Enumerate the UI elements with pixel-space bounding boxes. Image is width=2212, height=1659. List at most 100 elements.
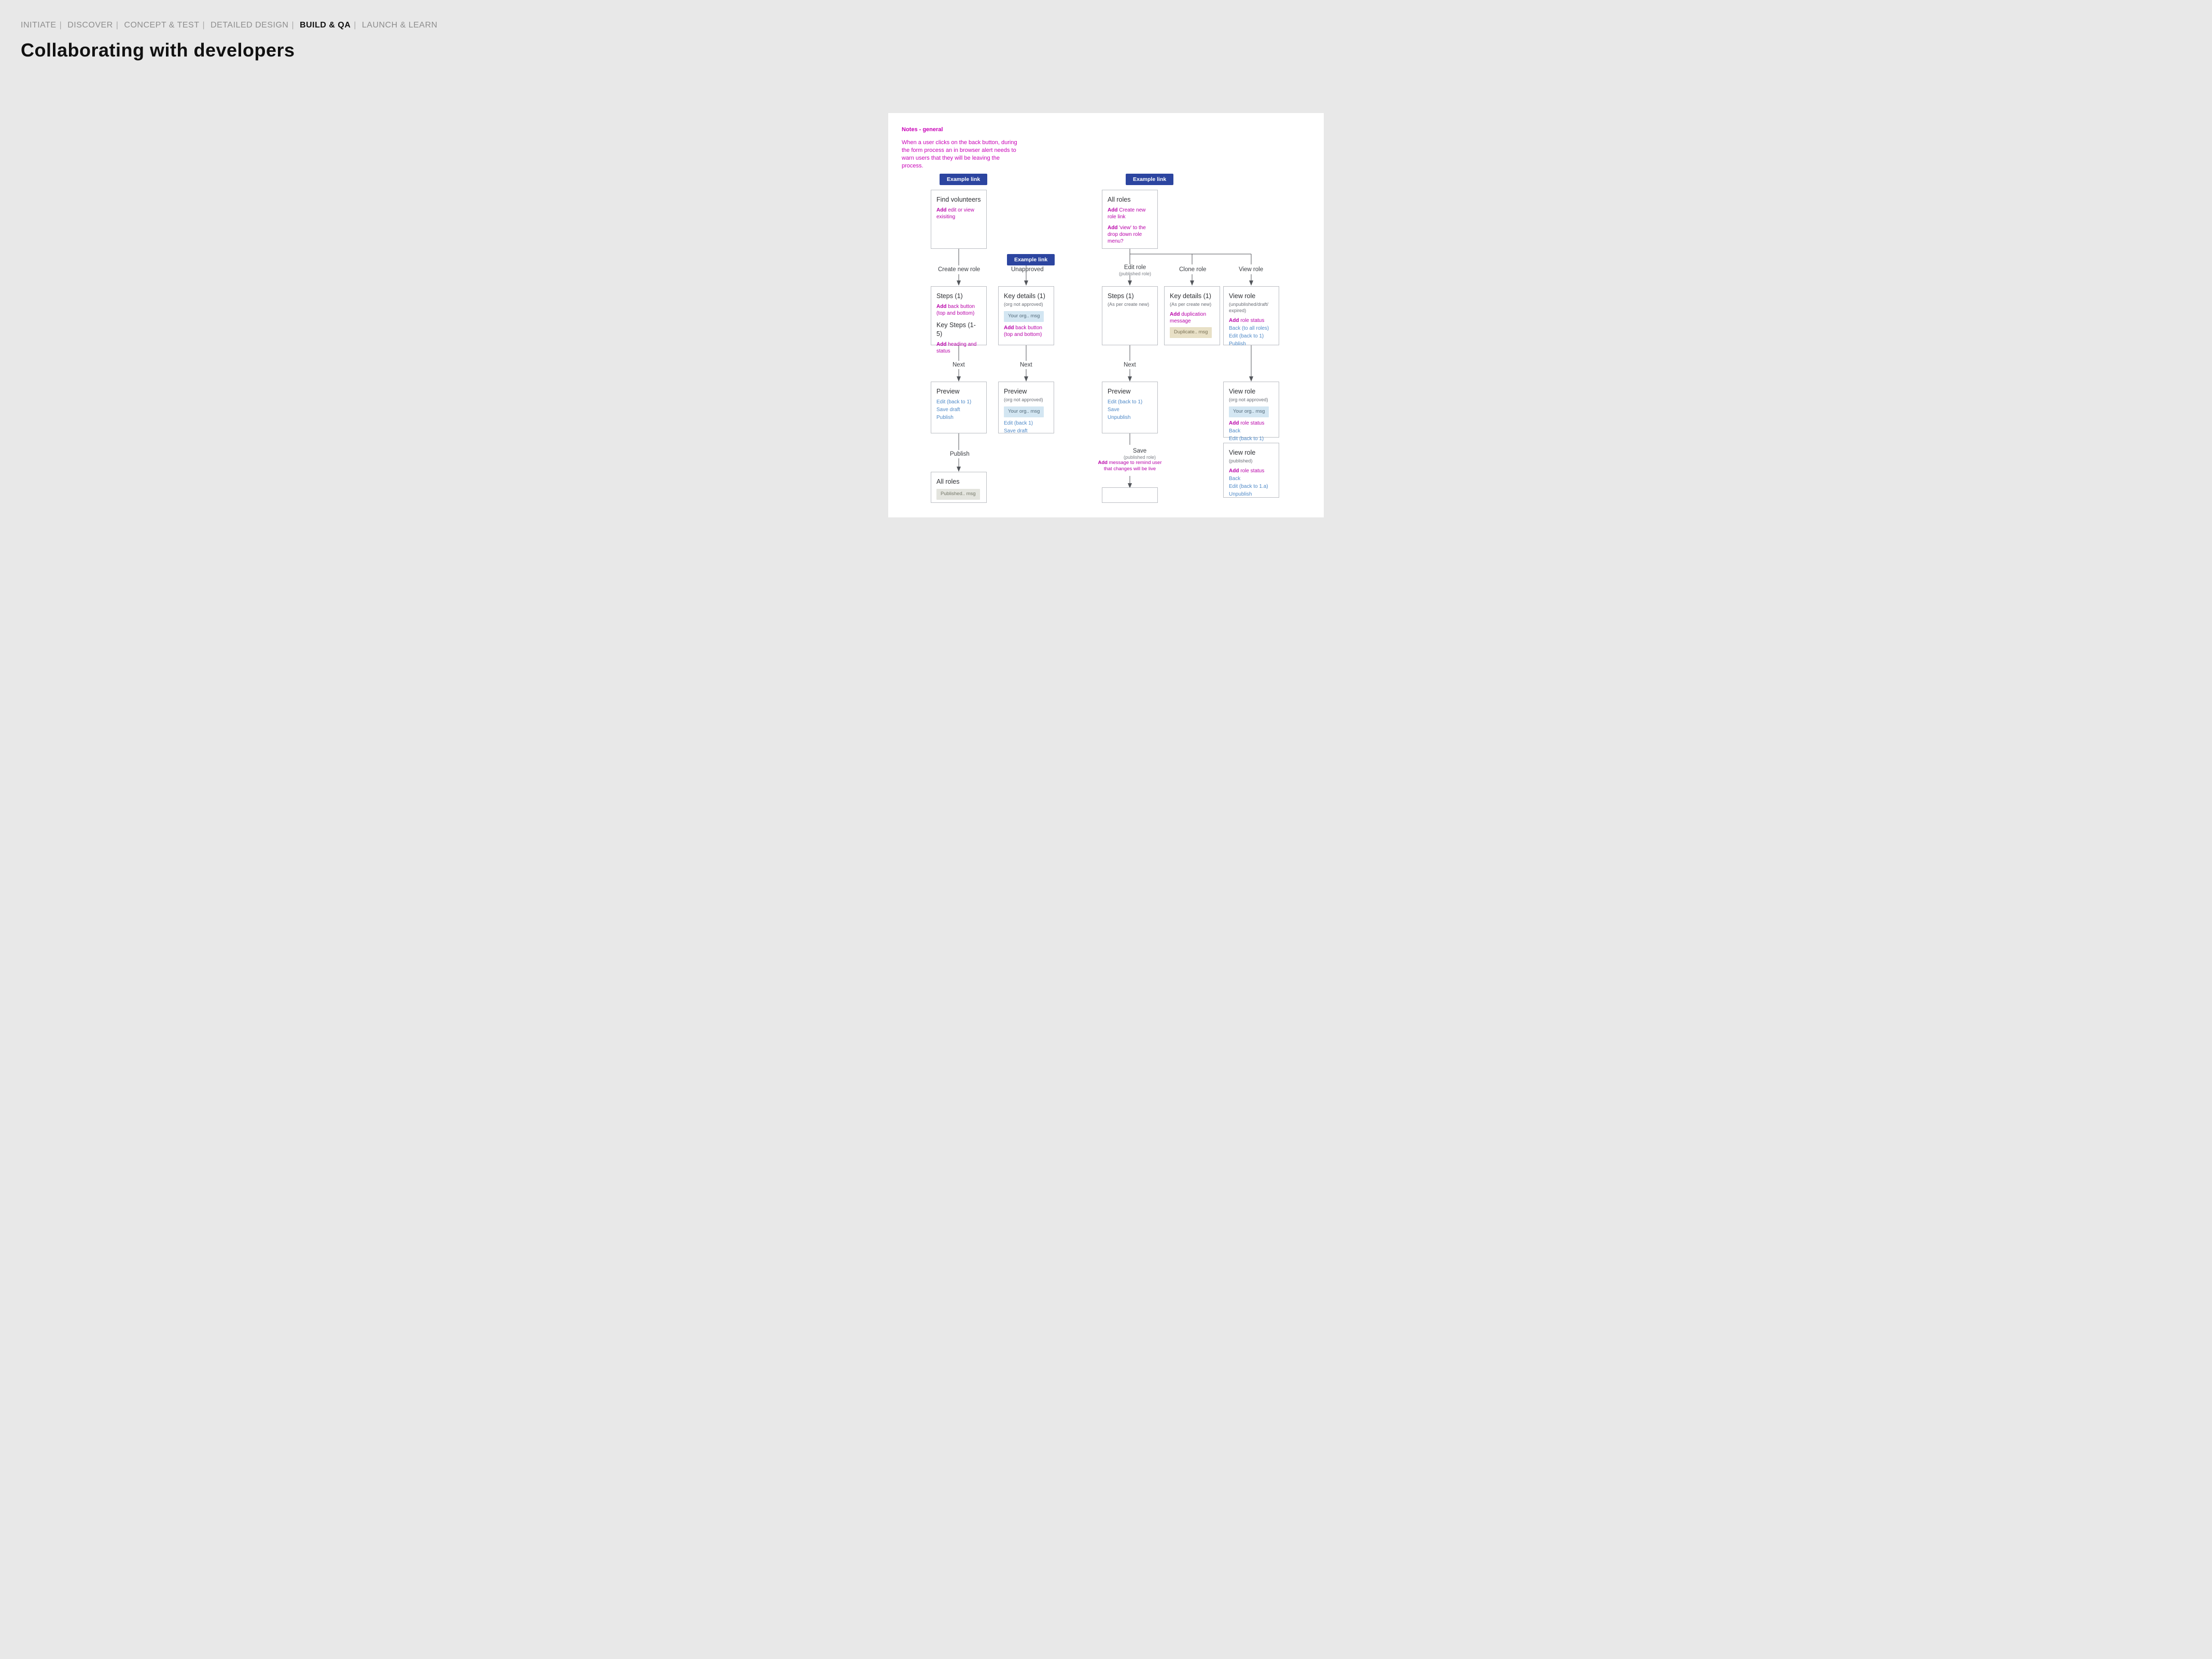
crumb-initiate[interactable]: INITIATE [21, 21, 57, 30]
node-sub: (As per create new) [1170, 302, 1214, 308]
page-title: Collaborating with developers [21, 39, 2191, 61]
node-title: Steps (1) [936, 292, 981, 300]
node-sub: (published) [1229, 458, 1273, 465]
node-sub: (org not approved) [1004, 302, 1048, 308]
crumb-detailed[interactable]: DETAILED DESIGN [211, 21, 288, 30]
branch-label-next: Next [1020, 362, 1032, 368]
node-view-role: View role (unpublished/draft/ expired) A… [1223, 286, 1279, 345]
annotation: Add role status [1229, 420, 1273, 427]
chip-msg: Your org.. msg [1004, 406, 1044, 417]
link[interactable]: Edit (back to 1) [1108, 399, 1152, 405]
annotation: Add duplication message [1170, 311, 1214, 325]
node-key-details-clone: Key details (1) (As per create new) Add … [1164, 286, 1220, 345]
branch-label-save: Save (published role) [1124, 448, 1156, 460]
chip-msg: Duplicate.. msg [1170, 327, 1212, 338]
chip-msg: Published.. msg [936, 489, 980, 499]
crumb-launch[interactable]: LAUNCH & LEARN [362, 21, 438, 30]
node-title: Key details (1) [1004, 292, 1048, 300]
link[interactable]: Back [1229, 475, 1273, 482]
node-find-volunteers: Find volunteers Add edit or view exisiti… [931, 190, 987, 249]
link[interactable]: Save [1108, 406, 1152, 413]
node-all-roles: All roles Add Create new role link Add '… [1102, 190, 1158, 249]
annotation: Add role status [1229, 317, 1273, 324]
node-preview-edit: Preview Edit (back to 1) Save Unpublish [1102, 382, 1158, 433]
annotation: Add back button (top and bottom) [936, 303, 981, 317]
crumb-discover[interactable]: DISCOVER [67, 21, 113, 30]
node-title-2: Key Steps (1-5) [936, 321, 981, 338]
node-preview: Preview Edit (back to 1) Save draft Publ… [931, 382, 987, 433]
node-title: All roles [1108, 195, 1152, 204]
diagram-canvas: Notes - general When a user clicks on th… [888, 113, 1324, 517]
node-title: View role [1229, 387, 1273, 396]
annotation: Add edit or view exisiting [936, 207, 981, 220]
chip-msg: Your org.. msg [1229, 406, 1269, 417]
node-title: Preview [936, 387, 981, 396]
node-steps-1: Steps (1) Add back button (top and botto… [931, 286, 987, 345]
node-title: Preview [1004, 387, 1048, 396]
link[interactable]: Save draft [936, 406, 981, 413]
link[interactable]: Unpublish [1108, 414, 1152, 421]
example-link-3[interactable]: Example link [1007, 254, 1055, 265]
link[interactable]: Save draft [1004, 428, 1048, 434]
label-text: Edit role [1119, 264, 1151, 271]
branch-label-clone: Clone role [1179, 266, 1206, 273]
annotation: Add 'view' to the drop down role menu? [1108, 224, 1152, 245]
branch-label-create: Create new role [938, 266, 980, 273]
chip-msg: Your org.. msg [1004, 311, 1044, 321]
breadcrumb: INITIATE| DISCOVER| CONCEPT & TEST| DETA… [21, 21, 2191, 30]
node-view-role-published: View role (published) Add role status Ba… [1223, 443, 1279, 498]
sep: | [60, 21, 62, 30]
label-sub: (published role) [1124, 455, 1156, 460]
branch-label-unapproved: Unapproved [1011, 266, 1044, 273]
annotation: Add back button (top and bottom) [1004, 325, 1048, 338]
branch-label-publish: Publish [950, 451, 970, 457]
node-title: Key details (1) [1170, 292, 1214, 300]
branch-label-next: Next [953, 362, 965, 368]
link[interactable]: Back [1229, 428, 1273, 434]
node-key-details-unapproved: Key details (1) (org not approved) Your … [998, 286, 1054, 345]
notes-body: When a user clicks on the back button, d… [902, 139, 1021, 170]
node-title: Steps (1) [1108, 292, 1152, 300]
link[interactable]: Edit (back to 1) [1229, 435, 1273, 442]
node-sub: (As per create new) [1108, 302, 1152, 308]
node-all-roles-bottom: All roles Published.. msg [931, 472, 987, 503]
node-sub: (org not approved) [1229, 397, 1273, 403]
annotation: Add role status [1229, 468, 1273, 474]
label-sub: (published role) [1119, 271, 1151, 276]
example-link-2[interactable]: Example link [1126, 174, 1173, 185]
link[interactable]: Edit (back 1) [1004, 420, 1048, 427]
node-sub: (org not approved) [1004, 397, 1048, 403]
node-sub: (unpublished/draft/ expired) [1229, 302, 1273, 314]
notes-heading: Notes - general [902, 126, 1310, 133]
node-partial [1102, 487, 1158, 503]
example-link-1[interactable]: Example link [940, 174, 987, 185]
link[interactable]: Back (to all roles) [1229, 325, 1273, 332]
sep: | [354, 21, 356, 30]
link[interactable]: Publish [1229, 341, 1273, 347]
label-text: Save [1124, 448, 1156, 454]
node-view-role-unapproved: View role (org not approved) Your org.. … [1223, 382, 1279, 438]
node-title: Preview [1108, 387, 1152, 396]
link[interactable]: Edit (back to 1.a) [1229, 483, 1273, 490]
branch-label-view: View role [1239, 266, 1263, 273]
save-annotation: Add message to remind user that changes … [1096, 460, 1164, 473]
node-title: All roles [936, 477, 981, 486]
crumb-concept[interactable]: CONCEPT & TEST [124, 21, 199, 30]
link[interactable]: Edit (back to 1) [936, 399, 981, 405]
link[interactable]: Unpublish [1229, 491, 1273, 498]
node-title: View role [1229, 448, 1273, 457]
node-title: View role [1229, 292, 1273, 300]
node-title: Find volunteers [936, 195, 981, 204]
annotation: Add heading and status [936, 341, 981, 355]
node-preview-unapproved: Preview (org not approved) Your org.. ms… [998, 382, 1054, 433]
crumb-build-qa[interactable]: BUILD & QA [300, 21, 351, 30]
link[interactable]: Edit (back to 1) [1229, 333, 1273, 340]
branch-label-edit: Edit role (published role) [1119, 264, 1151, 276]
annotation: Add Create new role link [1108, 207, 1152, 220]
sep: | [116, 21, 119, 30]
branch-label-next: Next [1124, 362, 1136, 368]
link[interactable]: Publish [936, 414, 981, 421]
sep: | [291, 21, 294, 30]
node-steps-1-edit: Steps (1) (As per create new) [1102, 286, 1158, 345]
sep: | [203, 21, 205, 30]
